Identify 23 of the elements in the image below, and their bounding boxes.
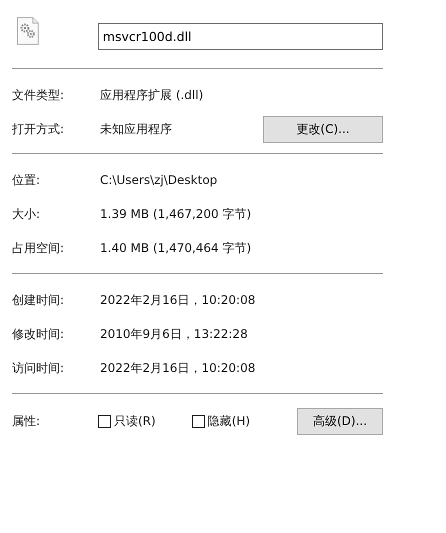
field-value: 2022年2月16日，10:20:08 — [100, 360, 256, 376]
checkbox[interactable]: 隐藏(H) — [192, 412, 250, 430]
file-gears-icon — [17, 17, 39, 45]
field-label: 修改时间: — [12, 326, 66, 342]
field-value: 2010年9月6日，13:22:28 — [100, 326, 248, 342]
advanced-button[interactable]: 高级(D)... — [297, 408, 383, 434]
field-label: 访问时间: — [12, 360, 66, 376]
change-button[interactable]: 更改(C)... — [263, 116, 383, 142]
field-label: 大小: — [12, 206, 42, 222]
field-label: 占用空间: — [12, 240, 66, 256]
field-label: 创建时间: — [12, 292, 66, 308]
field-label: 位置: — [12, 172, 42, 188]
field-value: 应用程序扩展 (.dll) — [100, 86, 204, 104]
field-value: C:\Users\zj\Desktop — [100, 173, 218, 187]
file-name-field[interactable]: msvcr100d.dll — [98, 23, 383, 50]
field-label: 文件类型: — [12, 86, 66, 104]
field-label: 属性: — [12, 412, 42, 430]
field-value: 未知应用程序 — [100, 120, 172, 138]
field-value: 1.39 MB (1,467,200 字节) — [100, 206, 252, 222]
field-value: 2022年2月16日，10:20:08 — [100, 292, 256, 308]
field-label: 打开方式: — [12, 120, 66, 138]
field-value: 1.40 MB (1,470,464 字节) — [100, 240, 252, 256]
checkbox[interactable]: 只读(R) — [98, 412, 156, 430]
